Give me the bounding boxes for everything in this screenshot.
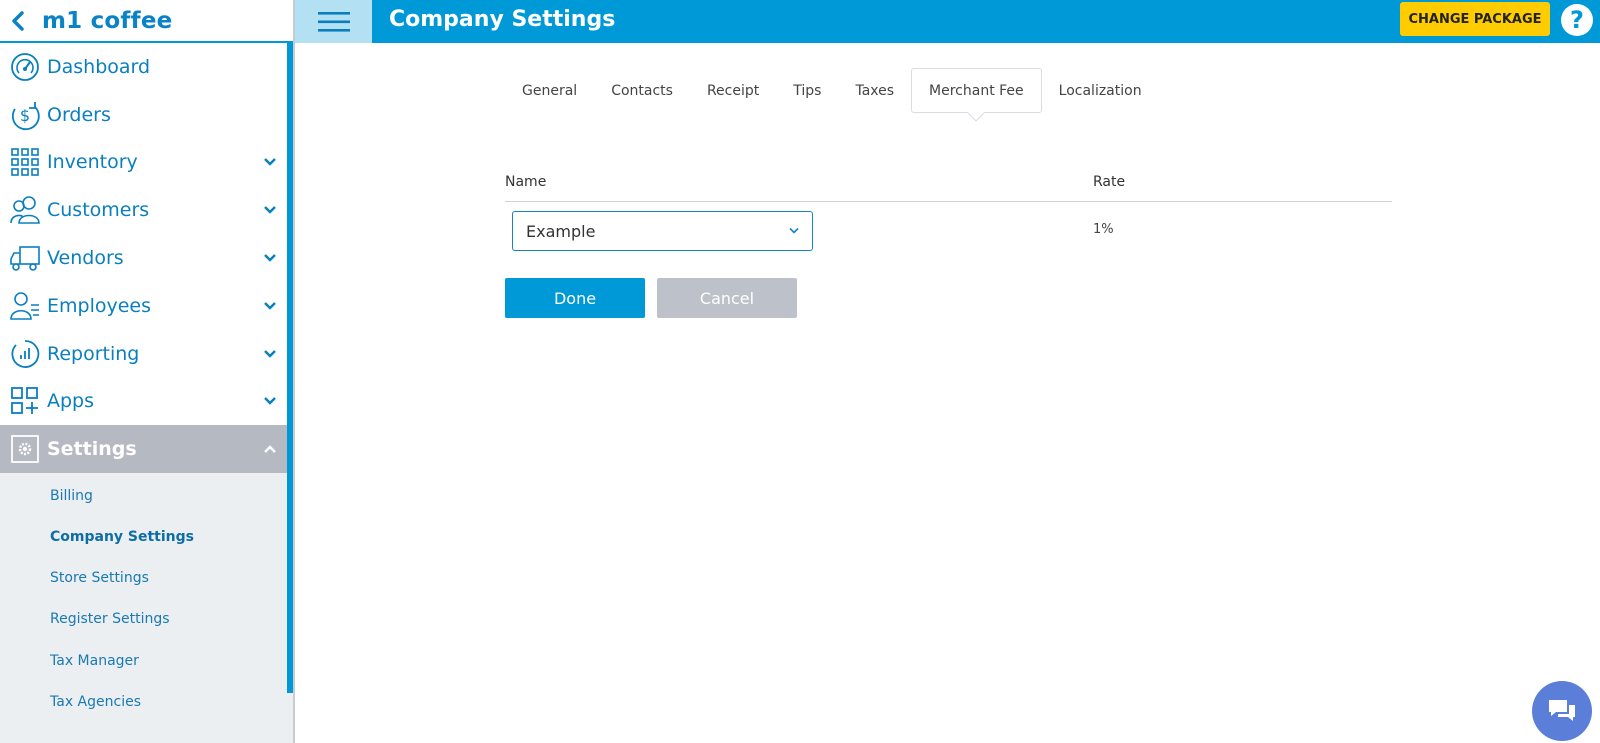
sidebar-item-inventory[interactable]: Inventory: [0, 139, 293, 187]
tab-receipt[interactable]: Receipt: [690, 68, 776, 113]
chevron-down-icon: [264, 206, 276, 214]
hamburger-icon: [317, 11, 350, 32]
tab-taxes[interactable]: Taxes: [838, 68, 911, 113]
settings-gear-icon: [7, 432, 43, 466]
chevron-down-icon: [789, 227, 799, 234]
sidebar-divider: [293, 0, 295, 743]
truck-icon: [7, 241, 43, 275]
chevron-left-icon: [12, 10, 24, 31]
sidebar-item-vendors[interactable]: Vendors: [0, 234, 293, 282]
cancel-button[interactable]: Cancel: [657, 278, 797, 318]
sidebar-nav: Dashboard $ Orders Inventory Customers V…: [0, 43, 293, 743]
name-select[interactable]: Example: [512, 211, 813, 251]
tab-tips[interactable]: Tips: [776, 68, 838, 113]
tab-merchant-fee[interactable]: Merchant Fee: [911, 68, 1042, 113]
sidebar-item-label: Apps: [47, 390, 95, 413]
brand-bar: m1 coffee: [0, 0, 300, 43]
employees-icon: [7, 289, 43, 323]
table-row: Example 1%: [505, 202, 1392, 262]
sidebar-item-label: Employees: [47, 294, 151, 317]
subnav-tax-agencies[interactable]: Tax Agencies: [0, 681, 293, 722]
sidebar-item-settings[interactable]: Settings: [0, 425, 293, 474]
done-button[interactable]: Done: [505, 278, 645, 318]
chevron-down-icon: [264, 158, 276, 167]
sidebar-item-label: Orders: [47, 103, 111, 126]
subnav-company-settings[interactable]: Company Settings: [0, 516, 293, 557]
chat-bubbles-icon: [1549, 700, 1575, 721]
name-select-value: Example: [526, 221, 596, 241]
back-button[interactable]: [0, 0, 36, 42]
sidebar-item-orders[interactable]: $ Orders: [0, 91, 293, 139]
rate-value: 1%: [1093, 222, 1114, 237]
sidebar-item-label: Inventory: [47, 151, 138, 174]
column-header-name: Name: [505, 174, 547, 190]
orders-dollar-icon: $: [7, 98, 43, 132]
sidebar-item-apps[interactable]: Apps: [0, 378, 293, 426]
page-title: Company Settings: [389, 7, 616, 32]
sidebar-item-employees[interactable]: Employees: [0, 282, 293, 330]
sidebar-item-label: Vendors: [47, 247, 124, 270]
chevron-up-icon: [264, 445, 276, 454]
chat-button[interactable]: [1532, 681, 1592, 741]
top-header: Company Settings CHANGE PACKAGE ?: [295, 0, 1600, 43]
tab-contacts[interactable]: Contacts: [594, 68, 690, 113]
sidebar-item-label: Reporting: [47, 342, 140, 365]
svg-text:$: $: [20, 106, 30, 125]
subnav-tax-manager[interactable]: Tax Manager: [0, 640, 293, 681]
sidebar-item-label: Customers: [47, 199, 150, 222]
brand-name: m1 coffee: [42, 7, 173, 34]
merchant-fee-table: Name Rate Example 1%: [505, 165, 1392, 262]
customers-icon: [7, 193, 43, 227]
chevron-down-icon: [264, 397, 276, 406]
subnav-register-settings[interactable]: Register Settings: [0, 599, 293, 640]
column-header-rate: Rate: [1093, 174, 1126, 190]
subnav-billing[interactable]: Billing: [0, 475, 293, 516]
sidebar: m1 coffee Dashboard $ Orders Inventory C…: [0, 0, 300, 743]
settings-tabs: General Contacts Receipt Tips Taxes Merc…: [505, 68, 1159, 113]
reporting-icon: [7, 337, 43, 371]
apps-icon: [7, 384, 43, 418]
chevron-down-icon: [264, 302, 276, 310]
sidebar-item-label: Dashboard: [47, 55, 151, 78]
tab-localization[interactable]: Localization: [1042, 68, 1159, 113]
sidebar-item-label: Settings: [47, 438, 137, 461]
chevron-down-icon: [264, 349, 276, 358]
chevron-down-icon: [264, 254, 276, 262]
change-package-button[interactable]: CHANGE PACKAGE: [1400, 2, 1550, 36]
subnav-store-settings[interactable]: Store Settings: [0, 558, 293, 599]
sidebar-item-reporting[interactable]: Reporting: [0, 330, 293, 378]
sidebar-item-customers[interactable]: Customers: [0, 186, 293, 234]
sidebar-item-dashboard[interactable]: Dashboard: [0, 43, 293, 91]
tab-general[interactable]: General: [505, 68, 594, 113]
settings-submenu: Billing Company Settings Store Settings …: [0, 473, 293, 743]
help-icon[interactable]: ?: [1561, 4, 1593, 36]
dashboard-icon: [7, 50, 43, 84]
table-header: Name Rate: [505, 165, 1392, 202]
grid-icon: [7, 145, 43, 179]
hamburger-menu-button[interactable]: [295, 0, 372, 43]
